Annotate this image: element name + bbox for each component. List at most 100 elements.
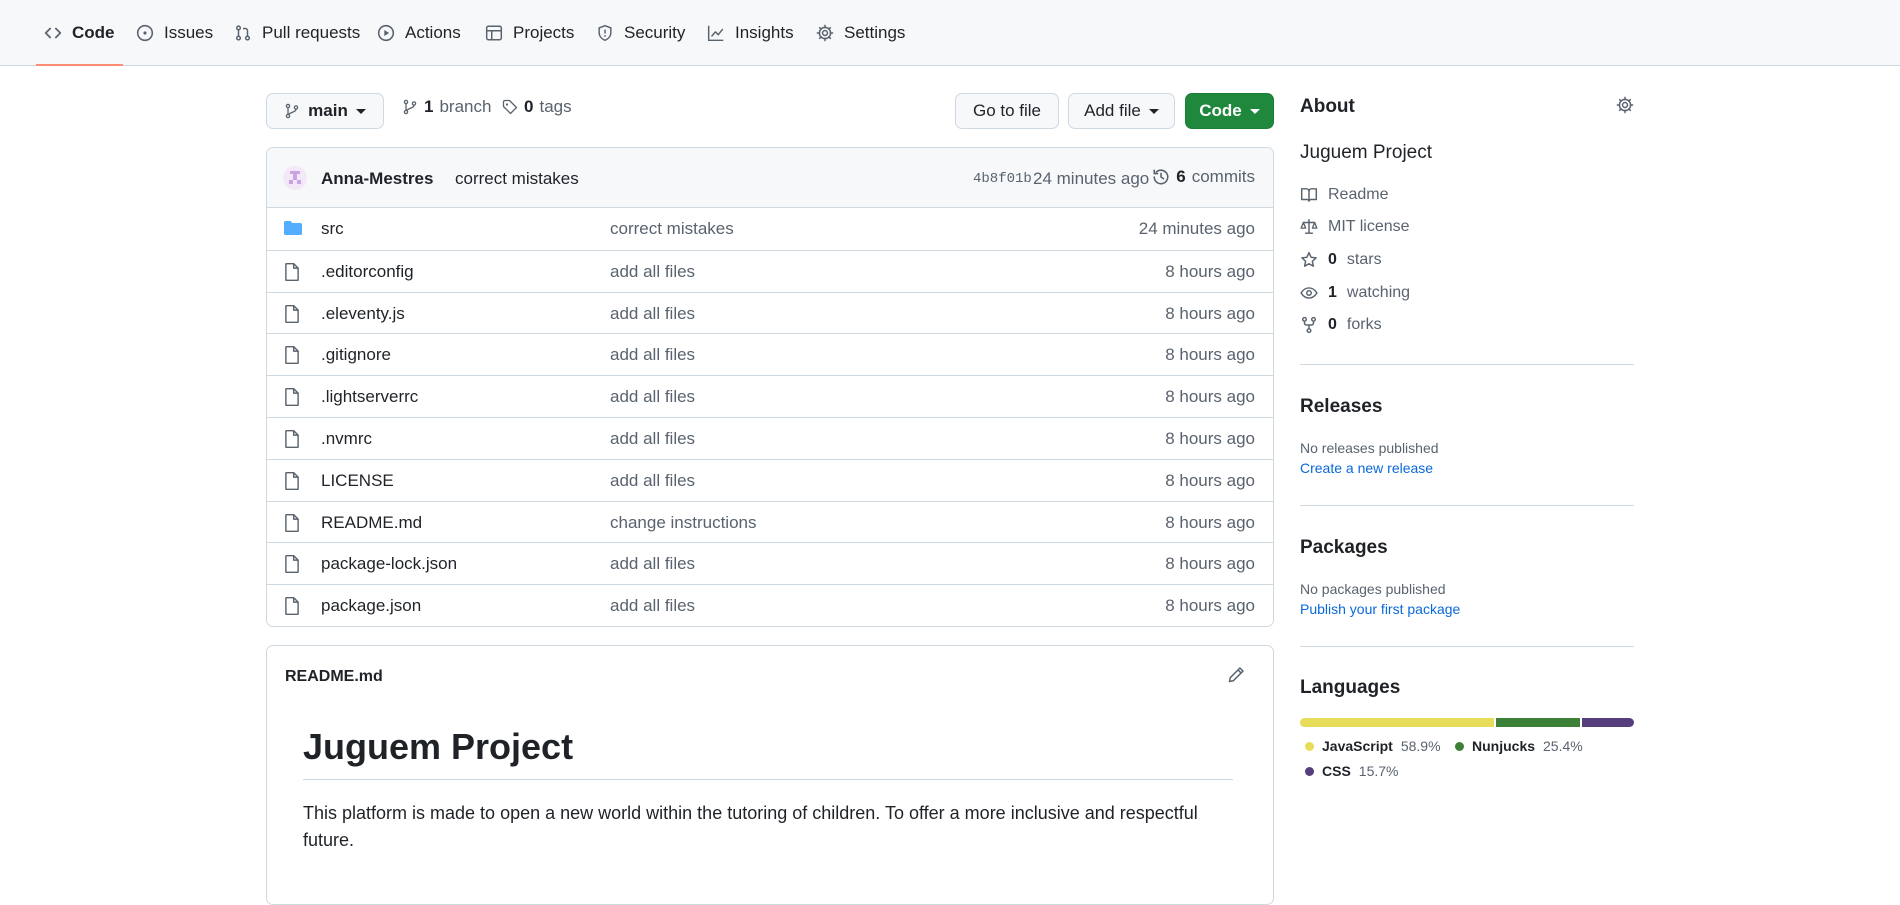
file-row[interactable]: README.md change instructions 8 hours ago: [267, 500, 1273, 543]
file-name-link[interactable]: src: [321, 219, 344, 239]
branch-select-button[interactable]: main: [266, 93, 384, 129]
commits-link[interactable]: 6 commits: [1152, 167, 1255, 187]
file-icon: [283, 345, 301, 365]
add-file-button[interactable]: Add file: [1068, 93, 1175, 129]
repo-nav: Code Issues Pull requests Actions Projec…: [0, 0, 1900, 66]
releases-title[interactable]: Releases: [1300, 396, 1382, 418]
file-row[interactable]: package-lock.json add all files 8 hours ag…: [267, 542, 1273, 584]
packages-empty: No packages published: [1300, 581, 1446, 597]
language-percent: 25.4%: [1543, 738, 1583, 754]
file-commit-message-link[interactable]: change instructions: [610, 513, 756, 533]
play-icon: [377, 24, 395, 42]
history-icon: [1152, 168, 1170, 186]
packages-title[interactable]: Packages: [1300, 537, 1388, 559]
language-percent: 58.9%: [1400, 738, 1441, 754]
license-link[interactable]: MIT license: [1300, 218, 1410, 236]
file-name-link[interactable]: LICENSE: [321, 471, 394, 491]
file-commit-time: 24 minutes ago: [1138, 219, 1255, 238]
code-button[interactable]: Code: [1185, 93, 1274, 129]
readme-panel: README.md Juguem Project This platform i…: [266, 645, 1274, 905]
file-row[interactable]: package.json add all files 8 hours ago: [267, 584, 1273, 626]
file-commit-message-link[interactable]: add all files: [610, 554, 695, 574]
tags-link[interactable]: 0 tags: [502, 97, 572, 117]
divider: [1300, 646, 1634, 647]
commit-count: 6: [1176, 167, 1186, 186]
stars-link[interactable]: 0 stars: [1300, 251, 1382, 269]
language-javascript[interactable]: JavaScript 58.9%: [1305, 738, 1441, 754]
file-commit-message-link[interactable]: add all files: [610, 429, 695, 449]
add-file-label: Add file: [1084, 101, 1141, 120]
file-row[interactable]: .lightserverrc add all files 8 hours ago: [267, 375, 1273, 417]
file-commit-message-link[interactable]: add all files: [610, 596, 695, 616]
releases-empty: No releases published: [1300, 440, 1439, 456]
latest-commit-bar: Anna-Mestres correct mistakes 4b8f01b 24…: [267, 148, 1273, 208]
about-title: About: [1300, 96, 1355, 117]
tab-projects[interactable]: Projects: [477, 0, 582, 66]
readme-link-label: Readme: [1328, 186, 1389, 203]
file-commit-message-link[interactable]: add all files: [610, 345, 695, 365]
file-row[interactable]: .nvmrc add all files 8 hours ago: [267, 416, 1273, 459]
commit-author-link[interactable]: Anna-Mestres: [321, 169, 433, 189]
tab-code[interactable]: Code: [36, 0, 123, 66]
file-commit-message-link[interactable]: add all files: [610, 471, 695, 491]
tab-label: Actions: [405, 23, 461, 42]
forks-label: forks: [1346, 316, 1382, 333]
tab-settings[interactable]: Settings: [808, 0, 913, 66]
commit-message-link[interactable]: correct mistakes: [455, 169, 579, 189]
pencil-icon[interactable]: [1227, 666, 1245, 684]
file-name-link[interactable]: .nvmrc: [321, 429, 372, 449]
file-commit-message-link[interactable]: add all files: [610, 262, 695, 282]
tab-actions[interactable]: Actions: [369, 0, 469, 66]
file-commit-message-link[interactable]: add all files: [610, 387, 695, 407]
file-icon: [283, 262, 301, 282]
readme-link[interactable]: Readme: [1300, 186, 1388, 204]
language-nunjucks[interactable]: Nunjucks 25.4%: [1455, 738, 1583, 754]
file-commit-time: 8 hours ago: [1165, 596, 1255, 616]
file-row[interactable]: .editorconfig add all files 8 hours ago: [267, 249, 1273, 292]
branch-label: branch: [439, 97, 492, 116]
language-bar-segment: [1582, 718, 1634, 727]
divider: [1300, 505, 1634, 506]
file-commit-time: 8 hours ago: [1165, 512, 1255, 532]
tab-issues[interactable]: Issues: [128, 0, 221, 66]
file-commit-message-link[interactable]: correct mistakes: [610, 219, 734, 239]
publish-package-link[interactable]: Publish your first package: [1300, 601, 1460, 617]
tab-security[interactable]: Security: [588, 0, 693, 66]
file-name-link[interactable]: README.md: [321, 513, 422, 533]
watching-label: watching: [1346, 284, 1411, 301]
file-icon: [283, 513, 301, 533]
watchers-link[interactable]: 1 watching: [1300, 284, 1410, 302]
repo-description: Juguem Project: [1300, 142, 1433, 163]
file-commit-message-link[interactable]: add all files: [610, 304, 695, 324]
file-name-link[interactable]: .editorconfig: [321, 262, 414, 282]
watching-count: 1: [1328, 284, 1337, 301]
gear-icon[interactable]: [1616, 96, 1634, 114]
commit-sha-link[interactable]: 4b8f01b: [973, 171, 1032, 187]
file-row[interactable]: .eleventy.js add all files 8 hours ago: [267, 291, 1273, 334]
avatar[interactable]: [283, 166, 307, 190]
file-row[interactable]: src correct mistakes 24 minutes ago: [267, 208, 1273, 250]
file-commit-time: 8 hours ago: [1165, 470, 1255, 490]
law-icon: [1300, 218, 1318, 236]
go-to-file-label: Go to file: [972, 101, 1042, 120]
readme-filename: README.md: [285, 668, 383, 685]
tab-label: Projects: [513, 23, 575, 42]
file-row[interactable]: LICENSE add all files 8 hours ago: [267, 458, 1273, 501]
file-row[interactable]: .gitignore add all files 8 hours ago: [267, 333, 1273, 375]
book-icon: [1300, 186, 1318, 204]
file-name-link[interactable]: .lightserverrc: [321, 387, 418, 407]
file-name-link[interactable]: .gitignore: [321, 345, 391, 365]
forks-link[interactable]: 0 forks: [1300, 316, 1382, 334]
file-name-link[interactable]: .eleventy.js: [321, 304, 405, 324]
go-to-file-button[interactable]: Go to file: [955, 93, 1059, 129]
file-name-link[interactable]: package-lock.json: [321, 554, 457, 574]
eye-icon: [1300, 284, 1318, 302]
language-css[interactable]: CSS 15.7%: [1305, 763, 1399, 779]
tab-label: Code: [72, 23, 115, 42]
language-name: Nunjucks: [1472, 738, 1536, 754]
tab-pull-requests[interactable]: Pull requests: [226, 0, 368, 66]
create-release-link[interactable]: Create a new release: [1300, 460, 1433, 476]
tab-insights[interactable]: Insights: [699, 0, 802, 66]
branches-link[interactable]: 1 branch: [402, 97, 491, 117]
file-name-link[interactable]: package.json: [321, 596, 421, 616]
